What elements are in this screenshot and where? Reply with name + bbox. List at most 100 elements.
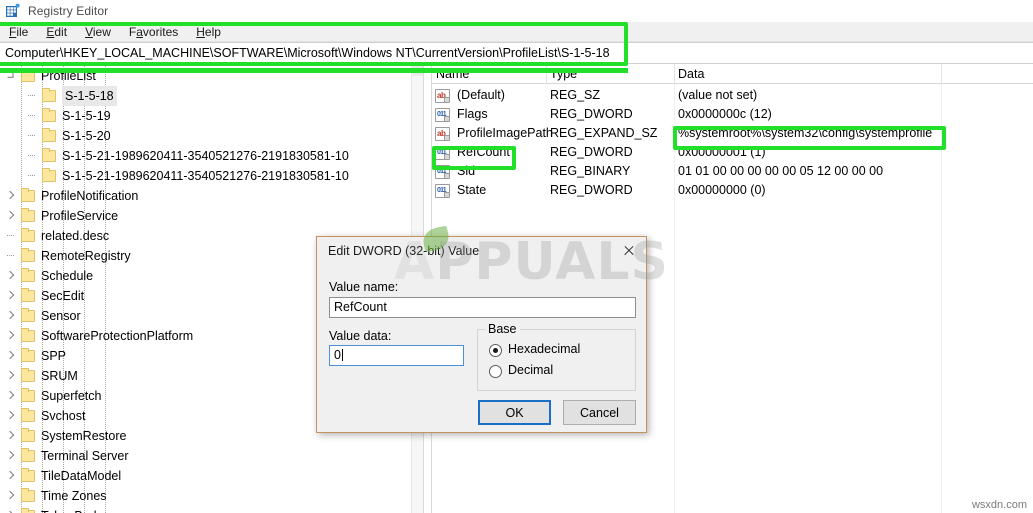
value-data-cell: 0x00000001 (1): [678, 145, 766, 159]
tree-node-label: related.desc: [41, 229, 110, 243]
menu-favorites[interactable]: Favorites: [120, 22, 187, 42]
folder-icon: [21, 388, 35, 402]
value-row[interactable]: ab ProfileImagePath REG_EXPAND_SZ %systemro…: [432, 124, 1033, 143]
value-row[interactable]: 011 Flags REG_DWORD 0x0000000c (12): [432, 105, 1033, 124]
text-caret: [341, 349, 343, 361]
folder-icon: [21, 448, 35, 462]
header-divider[interactable]: [941, 64, 942, 84]
tree-node-label: S-1-5-20: [62, 129, 111, 143]
tree-node[interactable]: ProfileService: [0, 206, 423, 226]
value-name-input[interactable]: RefCount: [329, 297, 636, 318]
value-name-cell: Sid: [457, 164, 476, 178]
folder-icon: [21, 248, 35, 262]
tree-connector: [28, 115, 36, 116]
ok-button[interactable]: OK: [478, 400, 551, 425]
chevron-right-icon[interactable]: [5, 330, 16, 341]
folder-icon: [21, 228, 35, 242]
chevron-right-icon[interactable]: [5, 290, 16, 301]
icon-fold: [444, 191, 449, 197]
menu-help[interactable]: Help: [187, 22, 230, 42]
column-header-name[interactable]: Name: [436, 64, 469, 84]
tree-node[interactable]: ProfileList: [0, 66, 423, 86]
radio-hexadecimal-label: Hexadecimal: [508, 342, 581, 356]
chevron-right-icon[interactable]: [5, 270, 16, 281]
tree-node-label: RemoteRegistry: [41, 249, 131, 263]
tree-node-label: TileDataModel: [41, 469, 122, 483]
folder-icon: [21, 428, 35, 442]
chevron-right-icon[interactable]: [5, 410, 16, 421]
tree-node-label: Sensor: [41, 309, 81, 323]
tree-node[interactable]: ProfileNotification: [0, 186, 423, 206]
close-icon[interactable]: [612, 237, 646, 264]
tree-scroll-thumb[interactable]: [412, 64, 423, 76]
folder-icon: [21, 208, 35, 222]
tree-node[interactable]: TileDataModel: [0, 466, 423, 486]
tree-connector: [28, 135, 36, 136]
value-row[interactable]: ab (Default) REG_SZ (value not set): [432, 86, 1033, 105]
tree-node-label: SecEdit: [41, 289, 85, 303]
radio-decimal-label: Decimal: [508, 363, 554, 377]
site-watermark: wsxdn.com: [971, 499, 1027, 511]
menu-edit[interactable]: Edit: [37, 22, 76, 42]
tree-node[interactable]: Terminal Server: [0, 446, 423, 466]
value-data-cell: 0x00000000 (0): [678, 183, 766, 197]
menu-file-rest: ile: [16, 24, 29, 39]
tree-node[interactable]: S-1-5-20: [0, 126, 423, 146]
tree-node-label: S-1-5-21-1989620411-3540521276-219183058…: [62, 149, 349, 163]
menu-bar: File Edit View Favorites Help: [0, 22, 1033, 42]
value-data-input[interactable]: 0: [329, 345, 464, 366]
value-name-cell: RefCount: [457, 145, 510, 159]
menu-favorites-mnemonic: a: [136, 24, 143, 39]
chevron-right-icon[interactable]: [5, 470, 16, 481]
value-row[interactable]: 011 RefCount REG_DWORD 0x00000001 (1): [432, 143, 1033, 162]
chevron-right-icon[interactable]: [5, 390, 16, 401]
chevron-right-icon[interactable]: [5, 310, 16, 321]
chevron-down-icon[interactable]: [3, 68, 19, 84]
chevron-right-icon[interactable]: [5, 490, 16, 501]
dialog-title: Edit DWORD (32-bit) Value: [328, 244, 480, 258]
value-name-cell: State: [457, 183, 487, 197]
column-header-data[interactable]: Data: [678, 64, 704, 84]
tree-node[interactable]: S-1-5-21-1989620411-3540521276-219183058…: [0, 166, 423, 186]
folder-icon: [42, 148, 56, 162]
binary-value-icon: 011: [435, 145, 450, 160]
tree-node-label: Schedule: [41, 269, 94, 283]
value-row[interactable]: 011 State REG_DWORD 0x00000000 (0): [432, 181, 1033, 200]
folder-icon: [21, 408, 35, 422]
cancel-button[interactable]: Cancel: [563, 400, 636, 425]
chevron-right-icon[interactable]: [5, 450, 16, 461]
header-divider[interactable]: [546, 64, 547, 84]
tree-node[interactable]: S-1-5-19: [0, 106, 423, 126]
binary-value-icon: 011: [435, 164, 450, 179]
value-list-header: Name Type Data: [432, 64, 1033, 84]
tree-node[interactable]: S-1-5-21-1989620411-3540521276-219183058…: [0, 146, 423, 166]
value-row[interactable]: 011 Sid REG_BINARY 01 01 00 00 00 00 00 05 …: [432, 162, 1033, 181]
address-bar[interactable]: Computer\HKEY_LOCAL_MACHINE\SOFTWARE\Mic…: [0, 42, 1033, 64]
chevron-right-icon[interactable]: [5, 190, 16, 201]
tree-node[interactable]: TokenBroker: [0, 506, 423, 513]
chevron-right-icon[interactable]: [5, 350, 16, 361]
menu-help-rest: elp: [204, 24, 221, 39]
binary-value-icon: 011: [435, 107, 450, 122]
header-divider[interactable]: [674, 64, 675, 84]
tree-node-label: S-1-5-18: [62, 86, 117, 106]
radio-dot-icon: [489, 344, 502, 357]
chevron-right-icon[interactable]: [5, 210, 16, 221]
tree-node[interactable]: Time Zones: [0, 486, 423, 506]
tree-node[interactable]: S-1-5-18: [0, 86, 423, 106]
column-header-type[interactable]: Type: [550, 64, 577, 84]
tree-node-label: Terminal Server: [41, 449, 129, 463]
menu-view[interactable]: View: [76, 22, 120, 42]
base-label: Base: [485, 322, 520, 336]
value-data-cell: 0x0000000c (12): [678, 107, 772, 121]
menu-view-rest: iew: [92, 24, 111, 39]
value-type-cell: REG_EXPAND_SZ: [550, 126, 658, 140]
tree-connector: [28, 95, 36, 96]
menu-file[interactable]: File: [0, 22, 37, 42]
chevron-right-icon[interactable]: [5, 370, 16, 381]
tree-node-label: S-1-5-19: [62, 109, 111, 123]
chevron-right-icon[interactable]: [5, 430, 16, 441]
value-name-text: RefCount: [334, 300, 387, 314]
folder-icon: [42, 108, 56, 122]
folder-icon: [42, 88, 56, 102]
